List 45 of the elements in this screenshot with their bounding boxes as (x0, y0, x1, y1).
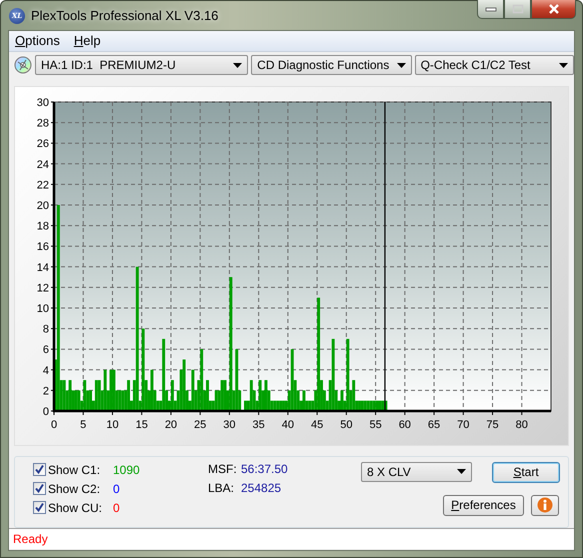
x-tick-label: 45 (311, 418, 324, 431)
y-tick-label: 30 (36, 96, 49, 109)
y-tick-label: 10 (36, 302, 49, 315)
x-tick-label: 10 (106, 418, 119, 431)
count-value: 1090 (113, 462, 140, 477)
count-value: 0 (113, 482, 120, 496)
x-tick-label: 65 (428, 418, 440, 431)
count-value: 0 (113, 500, 120, 515)
readout-label: LBA: (208, 480, 236, 495)
checkbox-label: Show CU: (48, 500, 104, 515)
x-tick-label: 35 (252, 418, 265, 431)
y-tick-label: 12 (36, 282, 49, 294)
status-text: Ready (13, 532, 48, 546)
x-tick-label: 0 (50, 418, 58, 431)
x-tick-label: 80 (516, 418, 528, 431)
x-tick-label: 60 (398, 418, 411, 431)
x-tick-label: 75 (486, 418, 499, 431)
y-tick-label: 2 (42, 385, 49, 398)
y-tick-label: 14 (36, 262, 49, 274)
x-tick-label: 20 (164, 418, 178, 431)
y-tick-label: 8 (42, 324, 49, 336)
y-tick-label: 0 (42, 406, 49, 418)
checkbox-label: Show C2: (48, 482, 102, 496)
readout-label: MSF: (208, 462, 238, 476)
readout-value: 254825 (241, 480, 282, 495)
y-tick-label: 18 (36, 220, 49, 233)
x-tick-label: 50 (340, 418, 352, 431)
y-tick-label: 16 (36, 241, 49, 254)
x-tick-label: 5 (80, 418, 86, 431)
y-tick-label: 22 (36, 179, 49, 192)
x-tick-label: 15 (136, 418, 148, 431)
x-tick-label: 25 (194, 418, 206, 431)
x-tick-label: 40 (282, 418, 294, 431)
y-tick-label: 24 (36, 158, 49, 171)
y-tick-label: 28 (36, 118, 49, 130)
y-tick-label: 6 (42, 344, 49, 356)
checkbox-label: Show C1: (48, 462, 102, 477)
readout-value: 56:37.50 (241, 462, 288, 476)
y-tick-label: 4 (42, 364, 49, 377)
x-tick-label: 70 (457, 418, 470, 431)
y-tick-label: 26 (36, 138, 49, 150)
x-tick-label: 30 (223, 418, 236, 431)
x-tick-label: 55 (369, 418, 382, 431)
window-title: PlexTools Professional XL V3.16 (31, 8, 218, 23)
y-tick-label: 20 (36, 200, 49, 212)
